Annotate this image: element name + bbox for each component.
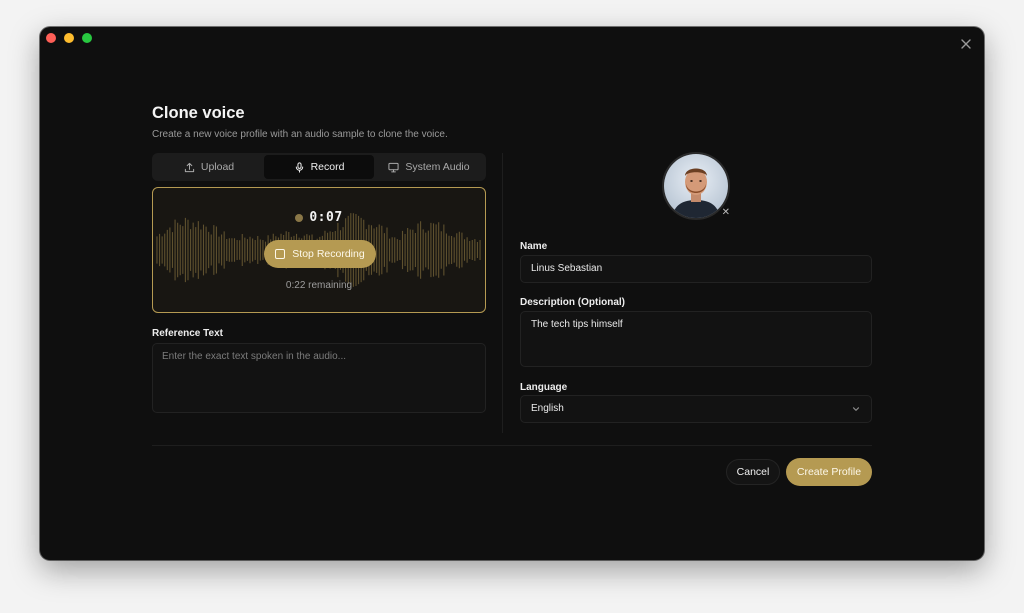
monitor-icon: [388, 162, 399, 172]
avatar[interactable]: [662, 152, 730, 220]
chevron-down-icon: [852, 407, 860, 411]
recording-timer: 0:07: [309, 210, 343, 225]
source-tabs: Upload Record System Audio: [152, 153, 486, 181]
clone-voice-window: Clone voice Create a new voice profile w…: [40, 27, 984, 560]
stop-icon: [275, 249, 286, 259]
column-divider: [502, 153, 503, 433]
avatar-image: [664, 154, 728, 218]
window-controls: [46, 33, 92, 43]
language-label: Language: [520, 382, 568, 393]
stop-recording-label: Stop Recording: [292, 248, 365, 260]
tab-system-audio-label: System Audio: [405, 161, 470, 173]
language-select[interactable]: English: [520, 395, 872, 423]
dialog-title: Clone voice: [152, 104, 245, 122]
tab-record[interactable]: Record: [264, 155, 374, 179]
reference-text-label: Reference Text: [152, 328, 223, 339]
upload-icon: [184, 162, 194, 172]
tab-upload[interactable]: Upload: [154, 155, 264, 179]
footer-divider: [152, 445, 872, 446]
tab-record-label: Record: [310, 161, 345, 173]
name-field[interactable]: Linus Sebastian: [520, 255, 872, 283]
description-label: Description (Optional): [520, 297, 625, 308]
language-value: English: [531, 403, 564, 414]
tab-upload-label: Upload: [200, 161, 235, 173]
tab-system-audio[interactable]: System Audio: [374, 155, 484, 179]
recording-timer-row: 0:07: [153, 210, 485, 225]
stop-recording-button[interactable]: Stop Recording: [264, 240, 376, 268]
microphone-icon: [295, 161, 303, 173]
close-window-button[interactable]: [46, 33, 56, 43]
time-remaining: 0:22 remaining: [285, 280, 353, 291]
minimize-window-button[interactable]: [64, 33, 74, 43]
maximize-window-button[interactable]: [82, 33, 92, 43]
cancel-button[interactable]: Cancel: [726, 459, 780, 485]
recording-indicator-dot: [295, 213, 304, 222]
avatar-container: ✕: [662, 152, 730, 220]
close-icon[interactable]: [960, 38, 972, 50]
create-profile-button[interactable]: Create Profile: [786, 458, 872, 486]
reference-text-input[interactable]: Enter the exact text spoken in the audio…: [152, 343, 486, 413]
dialog-subtitle: Create a new voice profile with an audio…: [152, 129, 448, 140]
description-field[interactable]: The tech tips himself: [520, 311, 872, 367]
recording-panel: 0:07 Stop Recording 0:22 remaining: [152, 187, 486, 313]
name-label: Name: [520, 241, 548, 252]
remove-avatar-icon[interactable]: ✕: [722, 208, 730, 218]
